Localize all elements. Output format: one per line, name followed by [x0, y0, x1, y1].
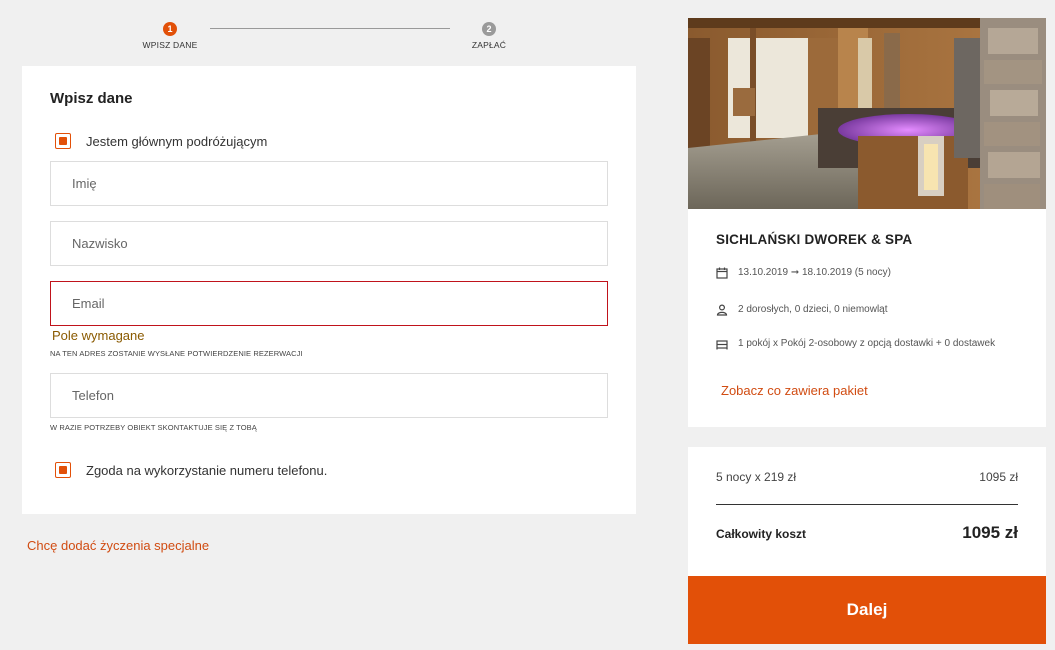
special-requests-link[interactable]: Chcę dodać życzenia specjalne [27, 538, 209, 553]
phone-consent-label: Zgoda na wykorzystanie numeru telefonu. [86, 462, 328, 478]
main-traveler-label: Jestem głównym podróżującym [86, 133, 268, 149]
last-name-input[interactable] [50, 221, 608, 266]
booking-page: 1 WPISZ DANE 2 ZAPŁAĆ Wpisz dane Jestem … [0, 0, 1055, 650]
total-cost-value: 1095 zł [962, 523, 1018, 542]
phone-consent-checkbox-row[interactable]: Zgoda na wykorzystanie numeru telefonu. [55, 462, 327, 478]
stay-dates: 13.10.2019 ➞ 18.10.2019 (5 nocy) [738, 267, 891, 278]
total-price-row: Całkowity koszt 1095 zł [716, 523, 1018, 543]
step-label: WPISZ DANE [142, 40, 198, 50]
room-row: 1 pokój x Pokój 2-osobowy z opcją dostaw… [716, 337, 1028, 350]
person-icon [716, 304, 728, 316]
main-traveler-checkbox-row[interactable]: Jestem głównym podróżującym [55, 133, 267, 149]
phone-hint: W RAZIE POTRZEBY OBIEKT SKONTAKTUJE SIĘ … [50, 423, 257, 432]
nights-price-label: 5 nocy x 219 zł [716, 470, 797, 484]
hotel-photo [688, 18, 1046, 209]
step-enter-details: 1 WPISZ DANE [130, 22, 210, 50]
step-number: 2 [482, 22, 496, 36]
nights-price-total: 1095 zł [979, 470, 1018, 484]
email-input[interactable] [50, 281, 608, 326]
details-form: Wpisz dane Jestem głównym podróżującym P… [22, 66, 636, 514]
guests-summary: 2 dorosłych, 0 dzieci, 0 niemowląt [738, 304, 888, 315]
room-summary: 1 pokój x Pokój 2-osobowy z opcją dostaw… [738, 338, 996, 349]
package-details-link[interactable]: Zobacz co zawiera pakiet [721, 383, 868, 398]
email-error-message: Pole wymagane [52, 328, 145, 343]
price-divider [716, 504, 1018, 505]
step-number: 1 [163, 22, 177, 36]
nights-price-row: 5 nocy x 219 zł 1095 zł [716, 470, 1018, 484]
phone-consent-checkbox[interactable] [55, 462, 71, 478]
total-cost-label: Całkowity koszt [716, 527, 807, 541]
stay-dates-row: 13.10.2019 ➞ 18.10.2019 (5 nocy) [716, 266, 1028, 279]
phone-input[interactable] [50, 373, 608, 418]
stepper-line [210, 28, 450, 29]
hotel-summary-card: SICHLAŃSKI DWOREK & SPA 13.10.2019 ➞ 18.… [688, 18, 1046, 427]
guests-row: 2 dorosłych, 0 dzieci, 0 niemowląt [716, 303, 1028, 316]
first-name-input[interactable] [50, 161, 608, 206]
next-button[interactable]: Dalej [688, 576, 1046, 644]
progress-stepper: 1 WPISZ DANE 2 ZAPŁAĆ [130, 22, 520, 56]
hotel-name: SICHLAŃSKI DWOREK & SPA [716, 232, 913, 247]
price-summary-card: 5 nocy x 219 zł 1095 zł Całkowity koszt … [688, 447, 1046, 576]
email-hint: NA TEN ADRES ZOSTANIE WYSŁANE POTWIERDZE… [50, 349, 303, 358]
step-pay: 2 ZAPŁAĆ [449, 22, 529, 50]
main-traveler-checkbox[interactable] [55, 133, 71, 149]
form-title: Wpisz dane [50, 90, 133, 107]
calendar-icon [716, 267, 728, 279]
step-label: ZAPŁAĆ [471, 40, 507, 50]
bed-icon [716, 340, 728, 350]
